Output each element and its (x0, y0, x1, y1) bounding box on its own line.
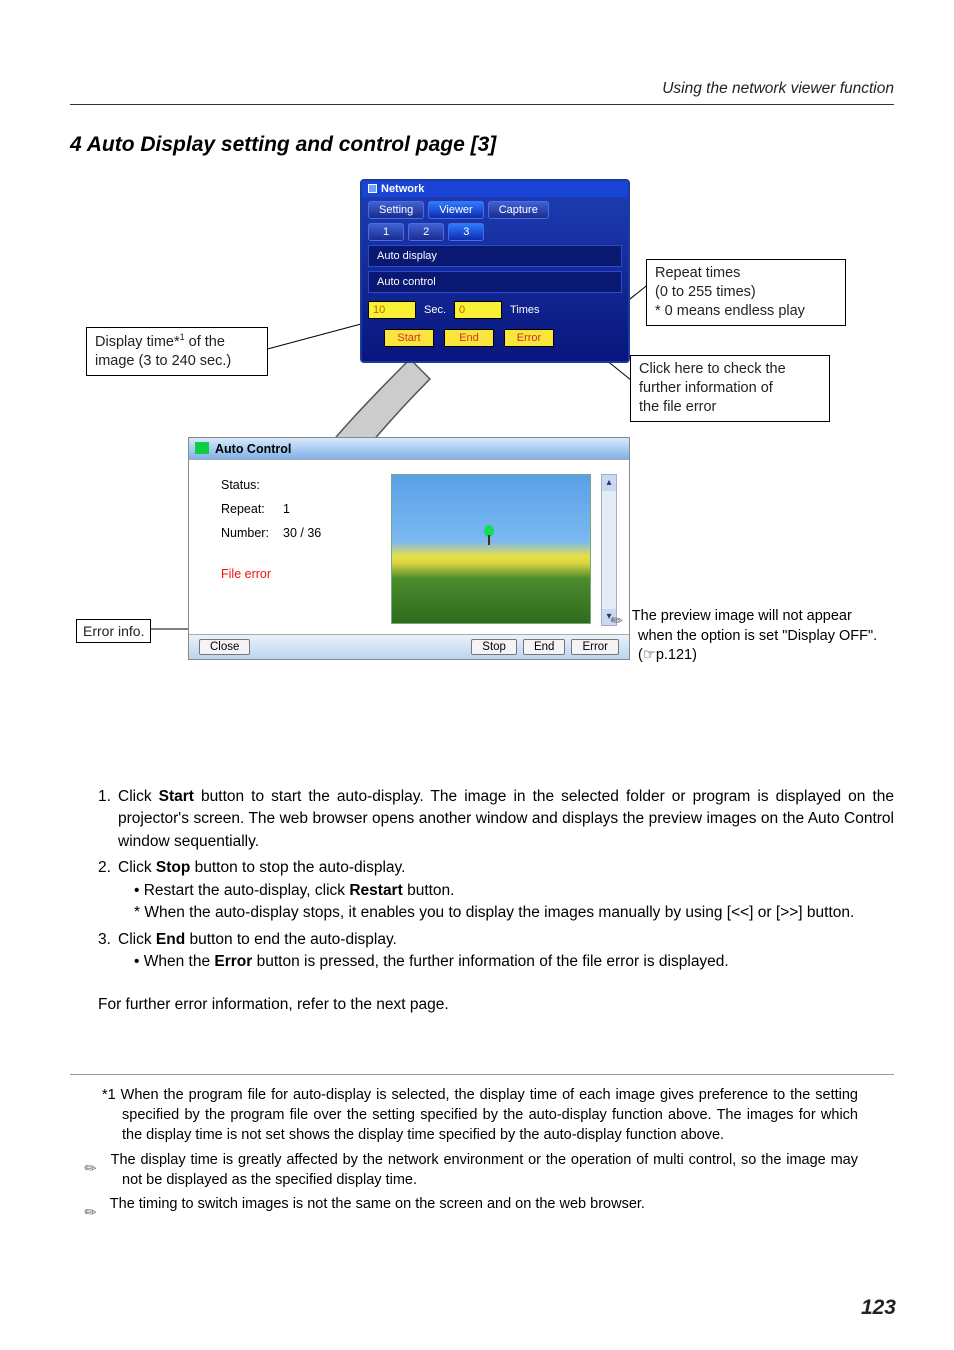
tree-icon (484, 525, 494, 545)
display-time-field[interactable]: 10 (368, 301, 416, 319)
ac-end-button[interactable]: End (523, 639, 565, 655)
auto-control-titlebar: Auto Control (189, 438, 629, 460)
repeat-value: 1 (283, 502, 290, 516)
callout-display-time-l1: Display time* (95, 334, 180, 350)
file-error-text: File error (221, 563, 371, 587)
number-label: Number: (221, 522, 283, 546)
network-screenshot: Network Setting Viewer Capture 1 2 3 Aut… (360, 179, 630, 363)
ac-error-button[interactable]: Error (571, 639, 619, 655)
repeat-times-field[interactable]: 0 (454, 301, 502, 319)
footnote-3-text: The timing to switch images is not the s… (106, 1196, 645, 1212)
callout-display-time-l1b: of the (185, 334, 225, 350)
s3c: button to end the auto-display. (185, 931, 397, 948)
sec-label: Sec. (424, 304, 446, 316)
callout-repeat-l2: (0 to 255 times) (655, 284, 756, 300)
number-value: 30 / 36 (283, 526, 321, 540)
s2s1c: button. (403, 882, 455, 899)
s2s1b: Restart (349, 882, 402, 899)
network-titlebar: Network (362, 181, 628, 197)
callout-repeat-l3: * 0 means endless play (655, 303, 805, 319)
callout-error-l3: the file error (639, 399, 716, 415)
auto-control-title: Auto Control (215, 442, 291, 456)
tab-capture[interactable]: Capture (488, 201, 549, 219)
footnote-rule (70, 1074, 894, 1075)
page-number: 123 (861, 1296, 896, 1320)
s3b: End (156, 931, 185, 948)
s3s1a: • When the (134, 953, 214, 970)
status-label: Status: (221, 474, 283, 498)
s1a: Click (118, 788, 159, 805)
callout-error-l2: further information of (639, 380, 773, 396)
scrollbar[interactable]: ▴ ▾ (601, 474, 617, 626)
tab-2[interactable]: 2 (408, 223, 444, 241)
error-button[interactable]: Error (504, 329, 554, 347)
s3s1b: Error (214, 953, 252, 970)
logo-icon (195, 442, 209, 454)
callout-display-time: Display time*1 of the image (3 to 240 se… (86, 327, 268, 376)
stop-button[interactable]: Stop (471, 639, 517, 655)
s3s1c: button is pressed, the further informati… (252, 953, 728, 970)
footnote-2: ✎ The display time is greatly affected b… (102, 1150, 858, 1191)
menu-auto-display[interactable]: Auto display (368, 245, 622, 267)
s2c: button to stop the auto-display. (190, 859, 405, 876)
end-button[interactable]: End (444, 329, 494, 347)
start-button[interactable]: Start (384, 329, 434, 347)
s2b: Stop (156, 859, 190, 876)
repeat-label: Repeat: (221, 498, 283, 522)
footnote-3: ✎ The timing to switch images is not the… (102, 1194, 858, 1214)
figure-area: Network Setting Viewer Capture 1 2 3 Aut… (70, 179, 894, 774)
preview-note-text: The preview image will not appear when t… (628, 608, 877, 663)
s1c: button to start the auto-display. The im… (118, 788, 894, 850)
callout-repeat-l1: Repeat times (655, 265, 740, 281)
network-title-text: Network (381, 183, 424, 195)
close-button[interactable]: Close (199, 639, 250, 655)
s2s2: * When the auto-display stops, it enable… (134, 902, 894, 924)
preview-note: ✎ The preview image will not appear when… (624, 607, 884, 666)
tab-viewer[interactable]: Viewer (428, 201, 483, 219)
further-info-para: For further error information, refer to … (98, 996, 894, 1014)
instruction-list: 1.Click Start button to start the auto-d… (98, 786, 894, 974)
auto-control-window: Auto Control Status: Repeat:1 Number:30 … (188, 437, 630, 660)
running-head: Using the network viewer function (70, 80, 894, 105)
callout-error-info: Error info. (76, 619, 151, 643)
callout-error-click: Click here to check the further informat… (630, 355, 830, 422)
s1b: Start (159, 788, 194, 805)
tab-3[interactable]: 3 (448, 223, 484, 241)
tab-setting[interactable]: Setting (368, 201, 424, 219)
scroll-up-icon[interactable]: ▴ (602, 475, 616, 491)
callout-repeat-times: Repeat times (0 to 255 times) * 0 means … (646, 259, 846, 326)
s2a: Click (118, 859, 156, 876)
times-label: Times (510, 304, 540, 316)
footnote-1: *1 When the program file for auto-displa… (102, 1085, 858, 1146)
callout-error-l1: Click here to check the (639, 361, 786, 377)
callout-display-time-l2: image (3 to 240 sec.) (95, 353, 231, 369)
menu-auto-control[interactable]: Auto control (368, 271, 622, 293)
footnote-2-text: The display time is greatly affected by … (106, 1152, 858, 1188)
s3a: Click (118, 931, 156, 948)
preview-image (391, 474, 591, 624)
s2s1a: • Restart the auto-display, click (134, 882, 349, 899)
section-title: 4 Auto Display setting and control page … (70, 133, 894, 157)
tab-1[interactable]: 1 (368, 223, 404, 241)
